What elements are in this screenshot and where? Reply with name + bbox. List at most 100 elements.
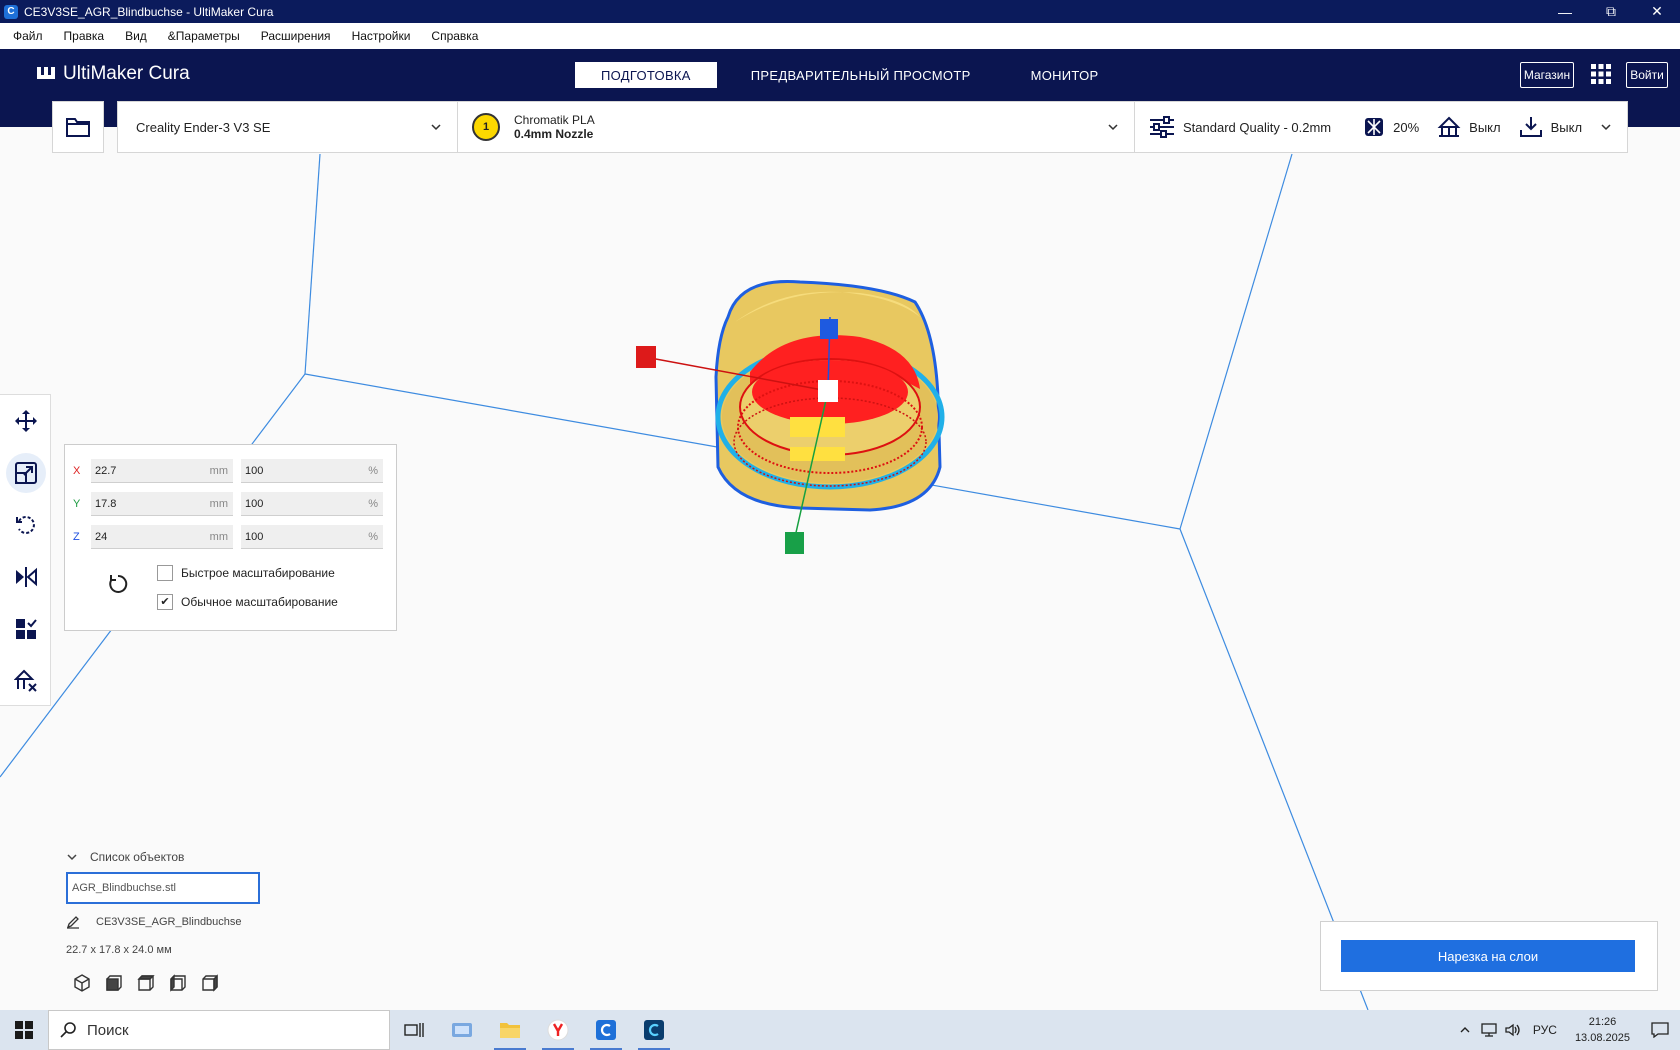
volume-icon[interactable]: [1501, 1010, 1525, 1050]
scale-handle-x[interactable]: [636, 346, 656, 368]
uniform-scaling-label: Обычное масштабирование: [181, 595, 338, 609]
search-placeholder: Поиск: [87, 1021, 129, 1039]
scale-z-mm-input[interactable]: 24 mm: [91, 525, 233, 549]
cube-left-icon: [170, 974, 186, 992]
menu-settings[interactable]: &Параметры: [161, 29, 254, 43]
tab-preview[interactable]: ПРЕДВАРИТЕЛЬНЫЙ ПРОСМОТР: [725, 62, 997, 88]
system-tray: РУС 21:26 13.08.2025: [1453, 1010, 1680, 1050]
cube-3d-icon: [74, 974, 90, 992]
task-view-button[interactable]: [390, 1010, 438, 1050]
support-blocker-button[interactable]: [0, 655, 51, 707]
unit-mm: mm: [209, 465, 228, 477]
taskbar-search[interactable]: Поиск: [48, 1010, 390, 1050]
network-tray-icon: [1481, 1023, 1497, 1037]
menu-extensions[interactable]: Расширения: [254, 29, 345, 43]
notification-icon: [1651, 1022, 1669, 1038]
tab-prepare[interactable]: ПОДГОТОВКА: [575, 62, 717, 88]
view-top-button[interactable]: [130, 970, 162, 996]
scale-icon: [14, 462, 37, 484]
taskbar-app-creality[interactable]: [630, 1010, 678, 1050]
object-dimensions: 22.7 x 17.8 x 24.0 мм: [66, 944, 172, 956]
scale-tool-button[interactable]: [0, 447, 51, 499]
per-model-settings-button[interactable]: [0, 603, 51, 655]
move-icon: [14, 410, 37, 432]
uniform-scaling-checkbox[interactable]: ✔ Обычное масштабирование: [157, 594, 338, 610]
notifications-button[interactable]: [1640, 1010, 1680, 1050]
view-right-button[interactable]: [194, 970, 226, 996]
unit-pct: %: [368, 465, 378, 477]
clock-time: 21:26: [1588, 1016, 1617, 1028]
close-button[interactable]: ✕: [1634, 0, 1680, 23]
reset-scale-button[interactable]: [101, 567, 135, 601]
menu-preferences[interactable]: Настройки: [345, 29, 425, 43]
restore-button[interactable]: ⧉: [1588, 0, 1634, 23]
system-clock[interactable]: 21:26 13.08.2025: [1565, 1014, 1640, 1046]
scale-x-mm-input[interactable]: 22.7 mm: [91, 459, 233, 483]
apps-grid-icon[interactable]: [1589, 63, 1613, 87]
view-front-button[interactable]: [98, 970, 130, 996]
cube-top-icon: [137, 975, 155, 991]
remote-app-icon: [452, 1023, 472, 1037]
view-left-button[interactable]: [162, 970, 194, 996]
uniform-scaling-box: ✔: [157, 594, 173, 610]
scale-handle-z[interactable]: [820, 319, 838, 339]
creality-icon: [644, 1020, 664, 1040]
scale-z-pct-input[interactable]: 100%: [241, 525, 383, 549]
clock-date: 13.08.2025: [1574, 1032, 1630, 1044]
taskbar-app-remote[interactable]: [438, 1010, 486, 1050]
menu-file[interactable]: Файл: [6, 29, 57, 43]
move-tool-button[interactable]: [0, 395, 51, 447]
input-language[interactable]: РУС: [1525, 1023, 1565, 1037]
tab-monitor[interactable]: МОНИТОР: [1005, 62, 1125, 88]
unit-mm: mm: [209, 498, 228, 510]
menu-edit[interactable]: Правка: [57, 29, 119, 43]
minimize-button[interactable]: —: [1542, 0, 1588, 23]
slice-button[interactable]: Нарезка на слои: [1341, 940, 1635, 972]
chevron-down-icon: [67, 854, 77, 861]
snap-scaling-label: Быстрое масштабирование: [181, 566, 335, 580]
view-3d-button[interactable]: [66, 970, 98, 996]
taskbar-app-yandex-browser[interactable]: [534, 1010, 582, 1050]
object-list-toggle[interactable]: Список объектов: [66, 850, 184, 864]
yandex-browser-icon: [547, 1019, 569, 1041]
per-model-settings-icon: [15, 619, 37, 639]
scale-z-pct-value: 100: [245, 531, 264, 543]
chevron-up-icon: [1460, 1027, 1470, 1033]
tool-panel: [0, 394, 51, 706]
taskbar-app-cura[interactable]: [582, 1010, 630, 1050]
slice-panel: Нарезка на слои: [1320, 921, 1658, 991]
mirror-tool-button[interactable]: [0, 551, 51, 603]
start-button[interactable]: [0, 1010, 48, 1050]
window-titlebar: C CE3V3SE_AGR_Blindbuchse - UltiMaker Cu…: [0, 0, 1680, 23]
scale-z-mm-value: 24: [95, 531, 108, 543]
scale-handle-center[interactable]: [818, 380, 838, 402]
network-icon[interactable]: [1477, 1010, 1501, 1050]
rotate-tool-button[interactable]: [0, 499, 51, 551]
task-view-icon: [404, 1023, 424, 1037]
scale-y-mm-input[interactable]: 17.8 mm: [91, 492, 233, 516]
pencil-icon: [66, 916, 79, 929]
logo-text: UltiMaker Cura: [63, 63, 190, 84]
project-name-label: CE3V3SE_AGR_Blindbuchse: [96, 916, 242, 928]
project-name[interactable]: CE3V3SE_AGR_Blindbuchse: [66, 915, 242, 929]
menu-view[interactable]: Вид: [118, 29, 161, 43]
object-list-title: Список объектов: [90, 850, 185, 864]
snap-scaling-checkbox[interactable]: Быстрое масштабирование: [157, 565, 335, 581]
show-hidden-icons-button[interactable]: [1453, 1010, 1477, 1050]
cura-app-icon: C: [4, 4, 18, 19]
object-list-item[interactable]: AGR_Blindbuchse.stl: [66, 872, 260, 904]
window-title: CE3V3SE_AGR_Blindbuchse - UltiMaker Cura: [24, 4, 274, 19]
scale-panel: X 22.7 mm 100% Y 17.8 mm 100% Z 24 mm 100% …: [64, 444, 397, 631]
search-icon: [60, 1022, 76, 1038]
scale-y-pct-input[interactable]: 100%: [241, 492, 383, 516]
signin-button[interactable]: Войти: [1626, 62, 1668, 88]
stage-tabs: ПОДГОТОВКА ПРЕДВАРИТЕЛЬНЫЙ ПРОСМОТР МОНИ…: [575, 62, 1132, 88]
scale-x-mm-value: 22.7: [95, 465, 117, 477]
taskbar-app-explorer[interactable]: [486, 1010, 534, 1050]
scale-handle-y[interactable]: [785, 532, 804, 554]
unit-mm: mm: [209, 531, 228, 543]
marketplace-button[interactable]: Магазин: [1520, 62, 1574, 88]
unit-pct: %: [368, 498, 378, 510]
menu-help[interactable]: Справка: [424, 29, 492, 43]
scale-x-pct-input[interactable]: 100%: [241, 459, 383, 483]
